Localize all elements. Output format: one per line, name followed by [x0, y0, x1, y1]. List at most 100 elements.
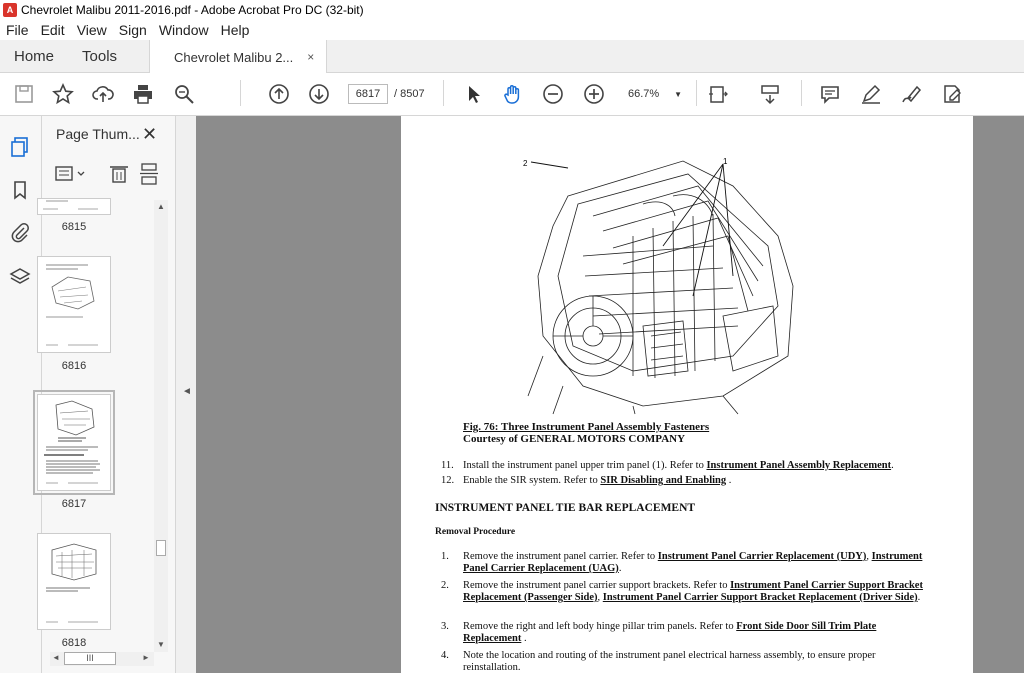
callout-1: 1	[723, 157, 728, 166]
link-carrier-replacement-udy[interactable]: Instrument Panel Carrier Replacement (UD…	[658, 551, 867, 562]
step-number: 11.	[441, 460, 454, 471]
thumbnail-page-6817[interactable]	[33, 390, 115, 495]
title-bar: A Chevrolet Malibu 2011-2016.pdf - Adobe…	[0, 0, 1024, 20]
step-text: Remove the instrument panel carrier. Ref…	[463, 551, 658, 562]
menu-view[interactable]: View	[71, 22, 113, 38]
menu-help[interactable]: Help	[215, 22, 256, 38]
hscroll-thumb[interactable]: III	[64, 652, 116, 665]
menu-bar: File Edit View Sign Window Help	[0, 20, 1024, 40]
cloud-upload-icon[interactable]	[91, 82, 115, 106]
step-text: Remove the right and left body hinge pil…	[463, 621, 737, 632]
select-cursor-icon[interactable]	[462, 82, 486, 106]
print-icon[interactable]	[131, 82, 155, 106]
step-number: 3.	[441, 621, 449, 632]
caption-title: Fig. 76: Three Instrument Panel Assembly…	[463, 421, 710, 433]
menu-file[interactable]: File	[0, 22, 35, 38]
save-icon[interactable]	[12, 82, 36, 106]
menu-window[interactable]: Window	[153, 22, 215, 38]
section-heading: INSTRUMENT PANEL TIE BAR REPLACEMENT	[435, 502, 696, 514]
link-sir-disabling-and-enabling[interactable]: SIR Disabling and Enabling	[600, 475, 726, 486]
scrollbar-thumb[interactable]	[156, 540, 166, 556]
tab-bar: Home Tools Chevrolet Malibu 2... ×	[0, 40, 1024, 74]
instrument-panel-diagram: 2 1	[523, 156, 813, 416]
tab-document-label: Chevrolet Malibu 2...	[174, 49, 294, 65]
step-end: .	[891, 460, 894, 471]
panel-title: Page Thum...	[56, 126, 140, 142]
left-navigation-rail	[0, 116, 42, 673]
callout-2: 2	[523, 159, 528, 168]
fit-page-icon[interactable]	[707, 82, 731, 106]
step-text: Note the location and routing of the ins…	[463, 650, 876, 673]
highlight-pen-icon[interactable]	[859, 82, 883, 106]
bookmark-star-icon[interactable]	[51, 82, 75, 106]
thumbnail-label: 6817	[61, 498, 87, 510]
bookmarks-icon[interactable]	[9, 179, 31, 201]
scroll-right-icon[interactable]: ►	[142, 653, 150, 662]
thumbnail-vertical-scrollbar[interactable]: ▲ ▼	[154, 200, 168, 652]
figure-caption: Fig. 76: Three Instrument Panel Assembly…	[463, 421, 709, 445]
caption-courtesy: Courtesy of GENERAL MOTORS COMPANY	[463, 433, 686, 445]
removal-step-3: 3. Remove the right and left body hinge …	[441, 621, 933, 645]
hand-tool-icon[interactable]	[501, 82, 525, 106]
step-number: 2.	[441, 580, 449, 591]
tab-tools[interactable]: Tools	[68, 40, 131, 72]
removal-step-4: 4. Note the location and routing of the …	[441, 650, 933, 673]
pdf-page: 2 1 Fig. 76: Three Instrument Panel Asse…	[401, 116, 973, 673]
scroll-mode-icon[interactable]	[758, 82, 782, 106]
step-text: Install the instrument panel upper trim …	[463, 460, 707, 471]
thumbnail-label: 6818	[61, 637, 87, 649]
step-end: .	[521, 633, 527, 644]
zoom-level-value: 66.7%	[628, 88, 660, 100]
zoom-in-icon[interactable]	[582, 82, 606, 106]
step-text: Enable the SIR system. Refer to	[463, 475, 601, 486]
step-number: 1.	[441, 551, 449, 562]
zoom-level-dropdown[interactable]: 66.7% ▼	[622, 84, 688, 104]
sign-pen-icon[interactable]	[899, 82, 923, 106]
thumbnail-page-6818[interactable]	[37, 533, 111, 630]
page-total: / 8507	[394, 88, 425, 100]
step-number: 4.	[441, 650, 449, 661]
send-edit-icon[interactable]	[940, 82, 964, 106]
thumbnail-label: 6815	[61, 221, 87, 233]
zoom-out-icon[interactable]	[541, 82, 565, 106]
removal-step-1: 1. Remove the instrument panel carrier. …	[441, 551, 933, 575]
comment-icon[interactable]	[818, 82, 842, 106]
thumbnail-page-6815[interactable]	[37, 198, 111, 215]
close-panel-icon[interactable]: ✕	[142, 124, 157, 145]
step-end: .	[917, 592, 921, 603]
page-number-input[interactable]: 6817	[348, 84, 388, 104]
scroll-left-icon[interactable]: ◄	[52, 653, 60, 662]
menu-edit[interactable]: Edit	[35, 22, 71, 38]
page-thumbnails-icon[interactable]	[9, 136, 31, 158]
step-11: 11. Install the instrument panel upper t…	[441, 460, 894, 472]
removal-step-2: 2. Remove the instrument panel carrier s…	[441, 580, 933, 604]
acrobat-icon: A	[3, 3, 17, 17]
step-number: 12.	[441, 475, 455, 486]
search-zoom-icon[interactable]	[172, 82, 196, 106]
tab-home[interactable]: Home	[0, 40, 68, 72]
scroll-down-icon[interactable]: ▼	[157, 640, 165, 649]
menu-sign[interactable]: Sign	[113, 22, 153, 38]
attachments-icon[interactable]	[9, 221, 31, 243]
next-page-icon[interactable]	[307, 82, 331, 106]
step-text: Remove the instrument panel carrier supp…	[463, 580, 731, 591]
tab-document[interactable]: Chevrolet Malibu 2... ×	[149, 40, 328, 74]
previous-page-icon[interactable]	[267, 82, 291, 106]
link-bracket-driver-side[interactable]: Instrument Panel Carrier Support Bracket…	[603, 592, 918, 603]
panel-collapse-bar[interactable]: ◄	[176, 116, 196, 673]
link-instrument-panel-assembly-replacement[interactable]: Instrument Panel Assembly Replacement	[706, 460, 891, 471]
thumbnail-options-icon[interactable]	[55, 166, 85, 181]
tab-close-icon[interactable]: ×	[307, 50, 314, 64]
layers-icon[interactable]	[9, 266, 31, 288]
thumbnail-tools	[54, 162, 164, 186]
thumbnail-page-6816[interactable]	[37, 256, 111, 353]
chevron-down-icon: ▼	[674, 89, 682, 99]
thumbnail-horizontal-scrollbar[interactable]: ◄ III ►	[50, 652, 154, 666]
scroll-up-icon[interactable]: ▲	[157, 202, 165, 211]
delete-page-icon[interactable]	[110, 166, 128, 183]
step-12: 12. Enable the SIR system. Refer to SIR …	[441, 475, 731, 487]
insert-page-icon[interactable]	[140, 163, 158, 185]
section-subheading: Removal Procedure	[435, 527, 516, 537]
collapse-arrow-icon[interactable]: ◄	[182, 386, 192, 397]
document-viewer[interactable]: 2 1 Fig. 76: Three Instrument Panel Asse…	[196, 116, 1024, 673]
